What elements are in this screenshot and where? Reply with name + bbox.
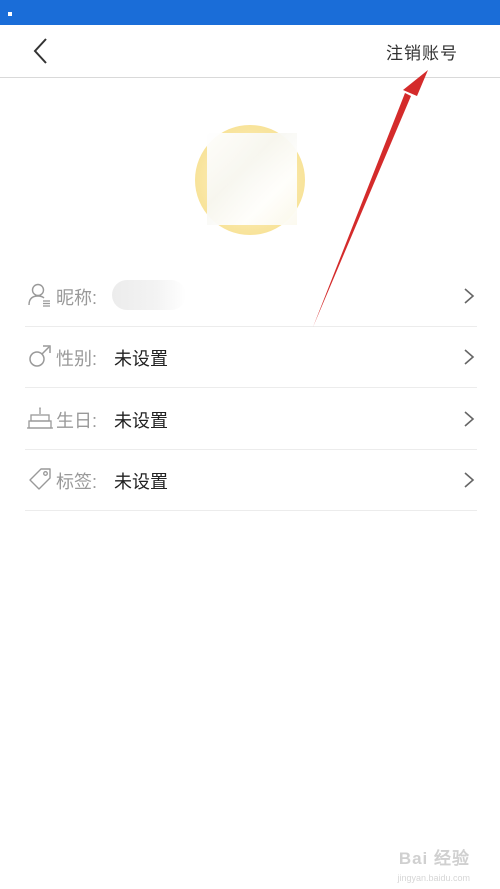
deregister-account-button[interactable]: 注销账号 — [386, 39, 458, 64]
profile-row-tags[interactable]: 标签: 未设置 — [25, 449, 477, 511]
nickname-value-blurred — [112, 280, 186, 310]
birthday-label: 生日: — [56, 411, 98, 431]
watermark-logo: Bai 经验 — [398, 849, 470, 868]
status-indicator — [8, 12, 12, 16]
chevron-right-icon — [464, 349, 475, 365]
user-icon — [28, 283, 50, 307]
back-button[interactable] — [26, 35, 58, 67]
profile-row-gender[interactable]: 性别: 未设置 — [25, 326, 477, 388]
avatar[interactable] — [195, 125, 305, 235]
chevron-right-icon — [464, 472, 475, 488]
status-bar — [0, 0, 500, 25]
nav-bar: 注销账号 — [0, 25, 500, 78]
avatar-image-blurred — [207, 133, 297, 225]
gender-male-icon — [29, 345, 51, 367]
nickname-label: 昵称: — [56, 288, 98, 308]
profile-row-nickname[interactable]: 昵称: — [25, 265, 477, 327]
gender-value: 未设置 — [114, 349, 168, 369]
birthday-value: 未设置 — [114, 411, 168, 431]
chevron-right-icon — [464, 288, 475, 304]
back-arrow-icon — [33, 38, 47, 64]
chevron-right-icon — [464, 411, 475, 427]
tags-value: 未设置 — [114, 472, 168, 492]
watermark-url: jingyan.baidu.com — [397, 873, 470, 883]
cake-icon — [27, 407, 53, 429]
gender-label: 性别: — [56, 349, 98, 369]
profile-row-birthday[interactable]: 生日: 未设置 — [25, 388, 477, 450]
tags-label: 标签: — [56, 472, 98, 492]
tag-icon — [29, 468, 51, 490]
